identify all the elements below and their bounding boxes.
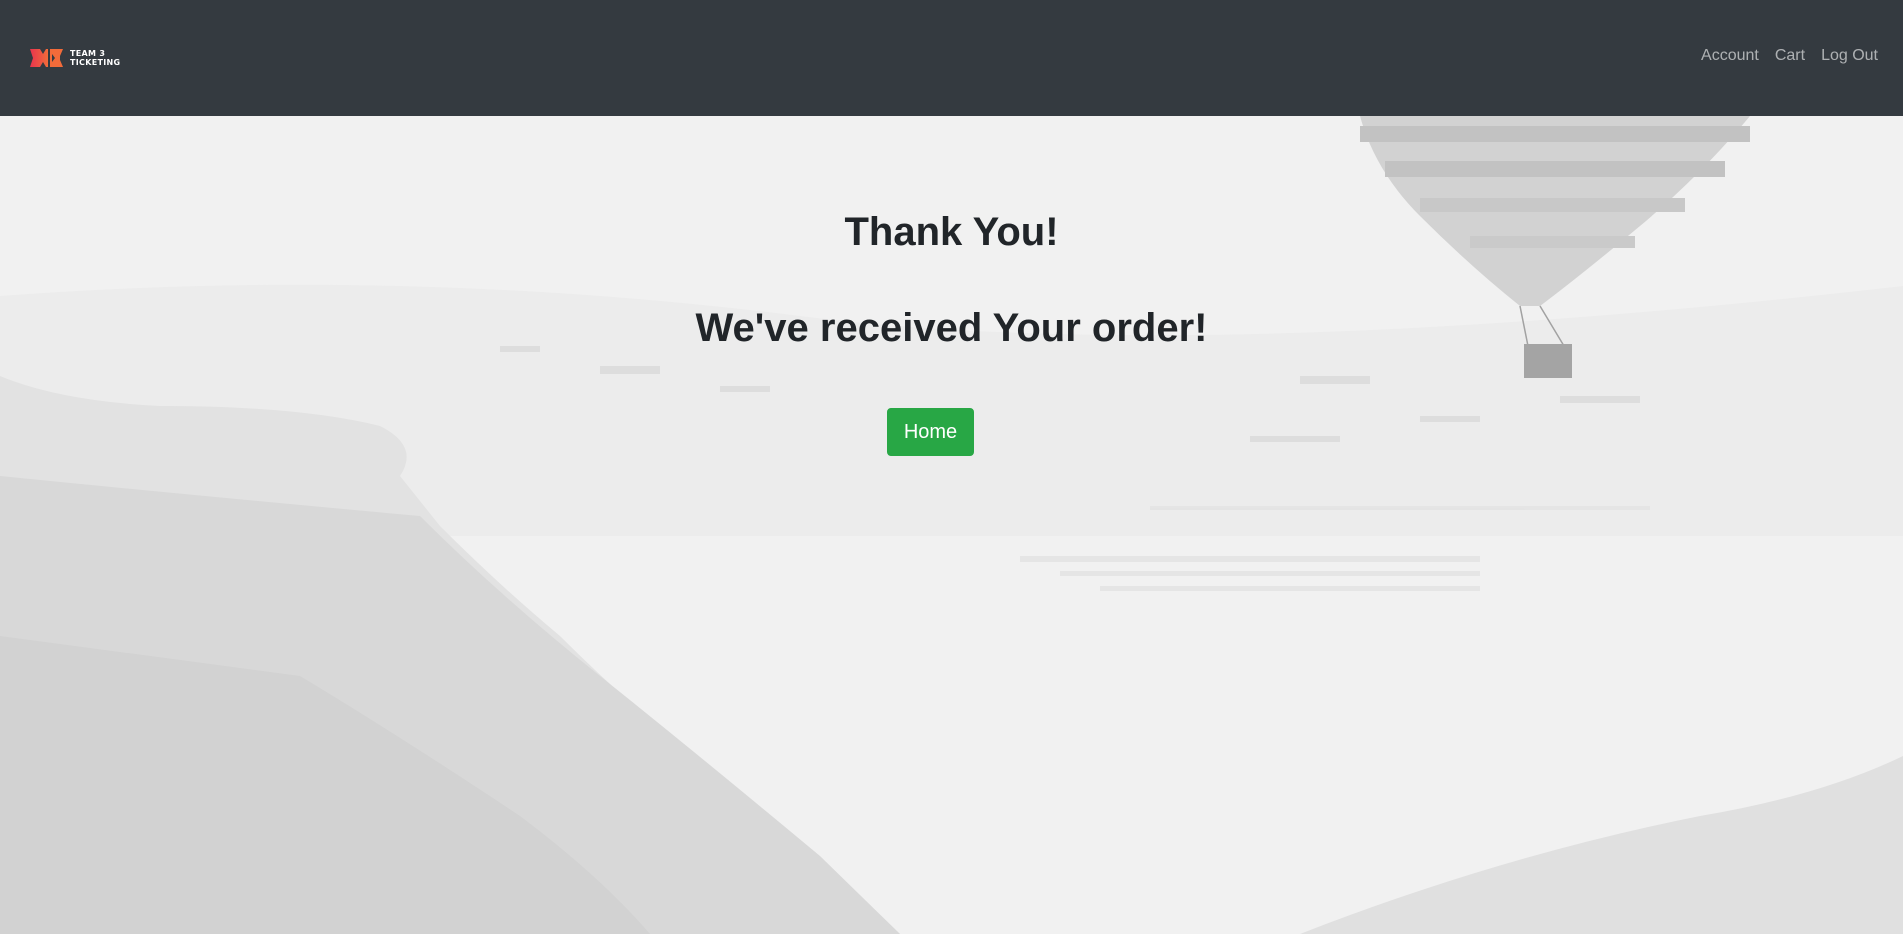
page-title: Thank You! (844, 210, 1059, 254)
nav-link-account[interactable]: Account (1701, 47, 1759, 65)
order-received-message: We've received Your order! (695, 306, 1208, 350)
nav-link-logout[interactable]: Log Out (1821, 47, 1878, 65)
brand-logo[interactable]: TEAM 3 TICKETING (30, 47, 120, 69)
brand-line-1: TEAM 3 (70, 49, 106, 58)
hero-section: Thank You! We've received Your order! Ho… (0, 116, 1903, 934)
brand-text: TEAM 3 TICKETING (70, 49, 120, 67)
brand-line-2: TICKETING (70, 58, 121, 67)
nav-link-cart[interactable]: Cart (1775, 47, 1805, 65)
ticket-logo-icon (30, 49, 63, 67)
nav-links: Account Cart Log Out (1701, 47, 1878, 65)
home-button[interactable]: Home (887, 408, 974, 456)
top-navbar: TEAM 3 TICKETING Account Cart Log Out (0, 0, 1903, 116)
